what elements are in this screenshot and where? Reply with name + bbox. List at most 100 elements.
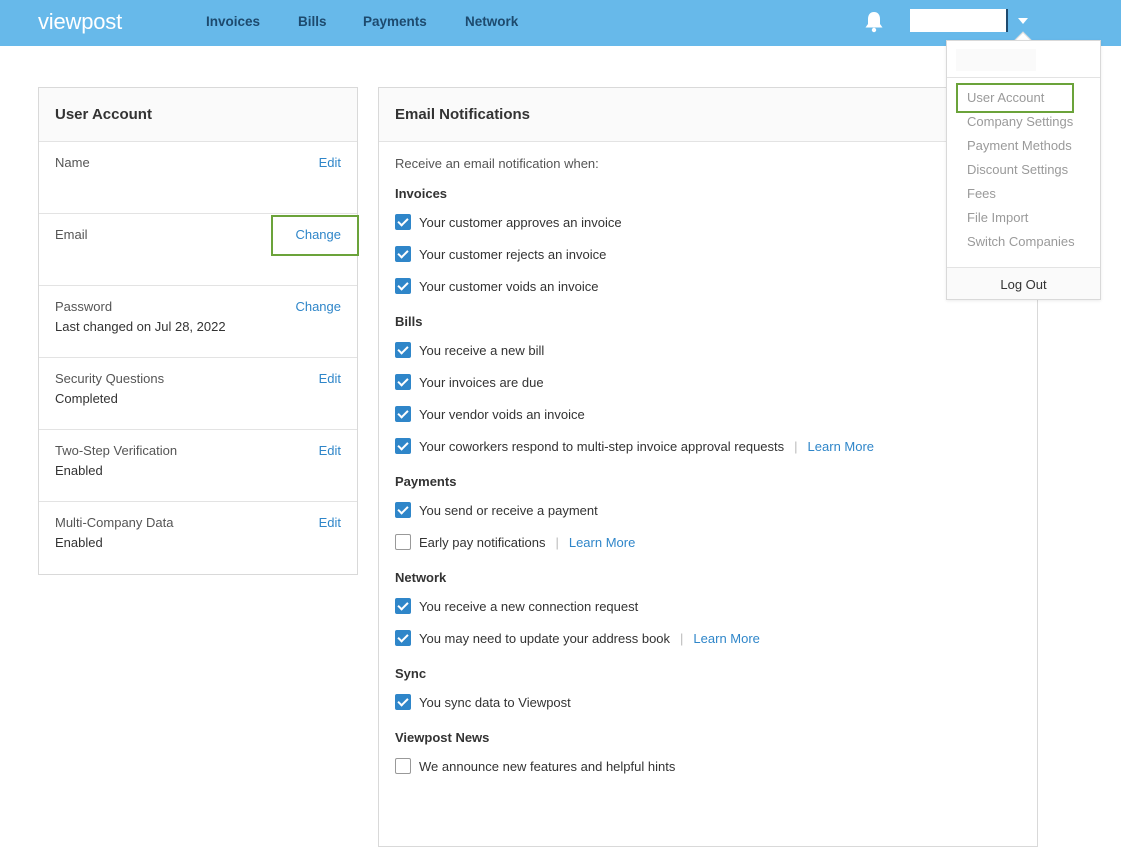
security-questions-value: Completed: [55, 391, 118, 406]
notification-item: You sync data to Viewpost: [395, 686, 1021, 718]
user-name-box[interactable]: [910, 9, 1008, 32]
email-notifications-intro: Receive an email notification when:: [395, 156, 599, 171]
separator: |: [555, 534, 559, 550]
network-section: Network You receive a new connection req…: [395, 570, 1021, 654]
checkbox[interactable]: [395, 438, 411, 454]
notification-label: You send or receive a payment: [419, 502, 598, 518]
user-menu-caret-icon[interactable]: [1018, 18, 1028, 24]
multi-company-data-label: Multi-Company Data: [55, 515, 174, 530]
notification-label: Your customer voids an invoice: [419, 278, 599, 294]
user-account-menu-highlight: [956, 83, 1074, 113]
network-section-title: Network: [395, 570, 447, 585]
user-dropdown-menu: User Account Company Settings Payment Me…: [946, 40, 1101, 300]
two-step-verification-label: Two-Step Verification: [55, 443, 178, 458]
notification-label: Your vendor voids an invoice: [419, 406, 585, 422]
notification-label: We announce new features and helpful hin…: [419, 758, 676, 774]
menu-item-company-settings[interactable]: Company Settings: [967, 114, 1073, 129]
checkbox[interactable]: [395, 278, 411, 294]
viewpost-logo[interactable]: viewpost: [38, 9, 122, 35]
viewpost-news-section: Viewpost News We announce new features a…: [395, 730, 1021, 782]
notification-label: Early pay notifications: [419, 534, 546, 550]
security-questions-row: Security Questions Completed Edit: [39, 358, 357, 430]
separator: |: [680, 630, 684, 646]
learn-more-link[interactable]: Learn More: [808, 439, 874, 454]
notification-label: You receive a new bill: [419, 342, 545, 358]
bills-section-title: Bills: [395, 314, 423, 329]
checkbox[interactable]: [395, 502, 411, 518]
checkbox[interactable]: [395, 406, 411, 422]
menu-item-switch-companies[interactable]: Switch Companies: [967, 234, 1075, 249]
name-row: Name Edit: [39, 142, 357, 214]
notification-item: Your vendor voids an invoice: [395, 398, 1021, 430]
notification-label: You may need to update your address book: [419, 630, 671, 646]
payments-section-title: Payments: [395, 474, 457, 489]
checkbox[interactable]: [395, 694, 411, 710]
name-label: Name: [55, 155, 90, 170]
menu-item-file-import[interactable]: File Import: [967, 210, 1028, 225]
password-row: Password Last changed on Jul 28, 2022 Ch…: [39, 286, 357, 358]
menu-item-payment-methods[interactable]: Payment Methods: [967, 138, 1072, 153]
checkbox[interactable]: [395, 214, 411, 230]
checkbox[interactable]: [395, 246, 411, 262]
viewpost-news-section-title: Viewpost News: [395, 730, 490, 745]
notification-item: Your customer approves an invoice: [395, 206, 1021, 238]
dropdown-divider: [947, 77, 1100, 78]
notification-item: Early pay notifications | Learn More: [395, 526, 1021, 558]
checkbox[interactable]: [395, 534, 411, 550]
nav-invoices[interactable]: Invoices: [206, 14, 260, 29]
notification-item: You receive a new bill: [395, 334, 1021, 366]
security-questions-edit-link[interactable]: Edit: [319, 371, 341, 386]
notification-bell-icon[interactable]: [864, 11, 884, 33]
two-step-verification-value: Enabled: [55, 463, 103, 478]
notification-item: Your coworkers respond to multi-step inv…: [395, 430, 1021, 462]
user-account-panel: User Account Name Edit Email Change Pass…: [38, 87, 358, 575]
multi-company-data-value: Enabled: [55, 535, 103, 550]
name-edit-link[interactable]: Edit: [319, 155, 341, 170]
notification-item: Your customer voids an invoice: [395, 270, 1021, 302]
dropdown-user-name: [956, 49, 1036, 71]
payments-section: Payments You send or receive a payment E…: [395, 474, 1021, 558]
notification-label: Your invoices are due: [419, 374, 544, 390]
sync-section: Sync You sync data to Viewpost: [395, 666, 1021, 718]
two-step-verification-edit-link[interactable]: Edit: [319, 443, 341, 458]
separator: |: [794, 438, 798, 454]
notification-item: Your invoices are due: [395, 366, 1021, 398]
logout-button[interactable]: Log Out: [947, 277, 1100, 292]
checkbox[interactable]: [395, 758, 411, 774]
multi-company-data-edit-link[interactable]: Edit: [319, 515, 341, 530]
learn-more-link[interactable]: Learn More: [569, 535, 635, 550]
notification-item: Your customer rejects an invoice: [395, 238, 1021, 270]
nav-payments[interactable]: Payments: [363, 14, 427, 29]
bills-section: Bills You receive a new bill Your invoic…: [395, 314, 1021, 462]
notification-label: You receive a new connection request: [419, 598, 639, 614]
notification-label: You sync data to Viewpost: [419, 694, 571, 710]
password-value: Last changed on Jul 28, 2022: [55, 319, 226, 334]
nav-network[interactable]: Network: [465, 14, 518, 29]
menu-item-fees[interactable]: Fees: [967, 186, 996, 201]
notification-item: You send or receive a payment: [395, 494, 1021, 526]
two-step-verification-row: Two-Step Verification Enabled Edit: [39, 430, 357, 502]
notification-item: We announce new features and helpful hin…: [395, 750, 1021, 782]
invoices-section: Invoices Your customer approves an invoi…: [395, 186, 1021, 302]
email-notifications-title: Email Notifications: [379, 88, 1037, 142]
notification-item: You receive a new connection request: [395, 590, 1021, 622]
invoices-section-title: Invoices: [395, 186, 448, 201]
security-questions-label: Security Questions: [55, 371, 165, 386]
notification-label: Your customer rejects an invoice: [419, 246, 607, 262]
learn-more-link[interactable]: Learn More: [693, 631, 759, 646]
checkbox[interactable]: [395, 598, 411, 614]
email-change-highlight: [271, 215, 359, 256]
checkbox[interactable]: [395, 342, 411, 358]
user-account-title: User Account: [39, 88, 357, 142]
password-change-link[interactable]: Change: [295, 299, 341, 314]
menu-item-discount-settings[interactable]: Discount Settings: [967, 162, 1068, 177]
checkbox[interactable]: [395, 630, 411, 646]
notification-item: You may need to update your address book…: [395, 622, 1021, 654]
sync-section-title: Sync: [395, 666, 427, 681]
nav-bills[interactable]: Bills: [298, 14, 327, 29]
notification-label: Your coworkers respond to multi-step inv…: [419, 438, 785, 454]
notification-label: Your customer approves an invoice: [419, 214, 622, 230]
multi-company-data-row: Multi-Company Data Enabled Edit: [39, 502, 357, 574]
checkbox[interactable]: [395, 374, 411, 390]
email-notifications-panel: Email Notifications Receive an email not…: [378, 87, 1038, 847]
